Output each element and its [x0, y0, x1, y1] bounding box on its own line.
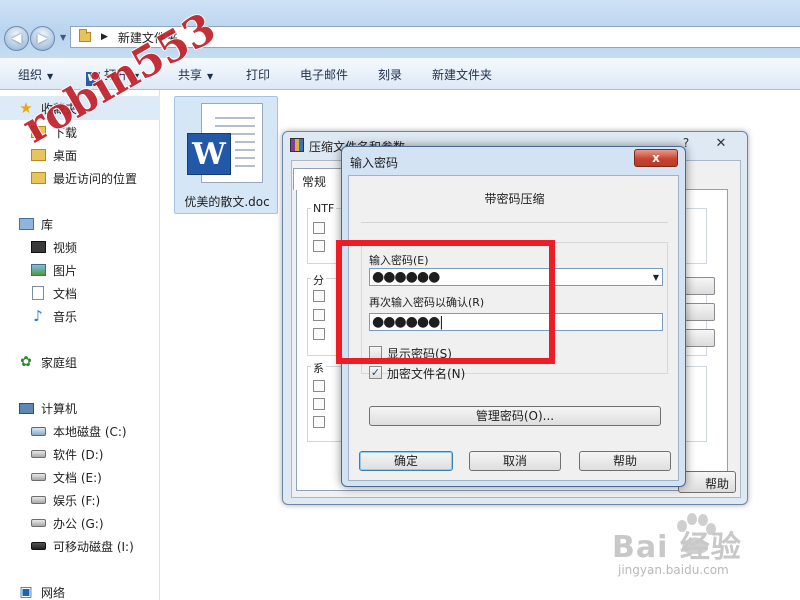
sidebar-item-drive-d[interactable]: 软件 (D:) — [30, 444, 103, 464]
drive-icon — [30, 496, 46, 504]
manage-passwords-button[interactable]: 管理密码(O)... — [369, 406, 661, 426]
tab-general[interactable]: 常规 — [293, 168, 343, 190]
homegroup-icon: ✿ — [20, 354, 32, 370]
folder-icon — [79, 29, 91, 42]
system-drive-icon — [30, 426, 46, 436]
ok-button[interactable]: 确定 — [359, 451, 453, 471]
separator — [361, 222, 668, 223]
password-heading: 带密码压缩 — [484, 192, 545, 206]
burn-button[interactable]: 刻录 — [378, 66, 402, 83]
password-dialog-title: 输入密码 — [350, 156, 399, 170]
group-label: NTF — [311, 202, 337, 215]
sidebar-network[interactable]: ▣ 网络 — [18, 582, 65, 600]
drive-icon — [30, 519, 46, 527]
sidebar-item-drive-f[interactable]: 娱乐 (F:) — [30, 490, 100, 510]
close-icon[interactable]: x — [634, 149, 678, 167]
video-icon — [30, 241, 46, 253]
back-arrow-icon[interactable]: ◀ — [4, 26, 29, 51]
network-icon: ▣ — [19, 584, 33, 600]
close-icon[interactable]: ✕ — [701, 136, 741, 152]
sidebar-item-pictures[interactable]: 图片 — [30, 260, 77, 280]
cancel-button[interactable]: 取消 — [469, 451, 561, 471]
sidebar-item-recent[interactable]: 最近访问的位置 — [30, 168, 137, 188]
archive-help-button[interactable]: 帮助 — [678, 471, 736, 493]
archive-option-checkbox[interactable] — [313, 398, 325, 410]
archive-option-checkbox[interactable] — [313, 240, 325, 252]
word-document-icon: W — [187, 103, 263, 183]
forward-arrow-icon[interactable]: ▶ — [30, 26, 55, 51]
nav-history-dropdown[interactable]: ▼ — [60, 33, 66, 42]
sidebar-homegroup[interactable]: ✿ 家庭组 — [18, 352, 77, 372]
sidebar-libraries[interactable]: 库 — [18, 214, 53, 234]
music-icon: ♪ — [33, 307, 43, 325]
baidu-url-watermark: jingyan.baidu.com — [618, 563, 729, 577]
drive-icon — [30, 473, 46, 481]
chevron-down-icon[interactable]: ▼ — [653, 269, 659, 286]
file-item[interactable]: W 优美的散文.doc — [174, 96, 278, 214]
archive-option-checkbox[interactable] — [313, 222, 325, 234]
group-label: 系 — [311, 360, 326, 376]
group-label: 分 — [311, 272, 326, 288]
archive-option-checkbox[interactable] — [313, 290, 325, 302]
sidebar-item-drive-c[interactable]: 本地磁盘 (C:) — [30, 421, 127, 441]
sidebar-item-videos[interactable]: 视频 — [30, 237, 77, 257]
sidebar-item-drive-e[interactable]: 文档 (E:) — [30, 467, 102, 487]
help-button[interactable]: 帮助 — [579, 451, 671, 471]
archive-option-checkbox[interactable] — [313, 328, 325, 340]
highlight-annotation — [336, 240, 555, 364]
baidu-watermark: Bai 经验 — [612, 530, 742, 565]
breadcrumb-separator-icon[interactable]: ▶ — [101, 32, 108, 42]
folder-icon — [30, 172, 46, 184]
winrar-icon — [290, 138, 304, 152]
sidebar-computer[interactable]: 计算机 — [18, 398, 77, 418]
navigation-pane: ★ 收藏夹 下载 桌面 最近访问的位置 库 视频 图片 文档 ♪ 音乐 ✿ 家庭… — [0, 90, 160, 600]
new-folder-button[interactable]: 新建文件夹 — [432, 66, 492, 83]
sidebar-item-drive-i[interactable]: 可移动磁盘 (I:) — [30, 536, 134, 556]
archive-option-checkbox[interactable] — [313, 380, 325, 392]
print-button[interactable]: 打印 — [246, 66, 270, 83]
picture-icon — [30, 264, 46, 276]
removable-drive-icon — [30, 542, 46, 550]
archive-option-checkbox[interactable] — [313, 309, 325, 321]
email-button[interactable]: 电子邮件 — [300, 66, 348, 83]
organize-menu[interactable]: 组织 ▼ — [18, 66, 53, 83]
computer-icon — [18, 402, 34, 414]
archive-option-checkbox[interactable] — [313, 416, 325, 428]
document-icon — [32, 286, 44, 300]
sidebar-item-documents[interactable]: 文档 — [30, 283, 77, 303]
encrypt-filenames-label: 加密文件名(N) — [387, 367, 466, 381]
drive-icon — [30, 450, 46, 458]
sidebar-item-music[interactable]: ♪ 音乐 — [30, 306, 77, 326]
encrypt-filenames-checkbox[interactable]: ✓ — [369, 366, 382, 379]
sidebar-item-drive-g[interactable]: 办公 (G:) — [30, 513, 104, 533]
file-name: 优美的散文.doc — [184, 195, 270, 209]
library-icon — [18, 218, 34, 230]
